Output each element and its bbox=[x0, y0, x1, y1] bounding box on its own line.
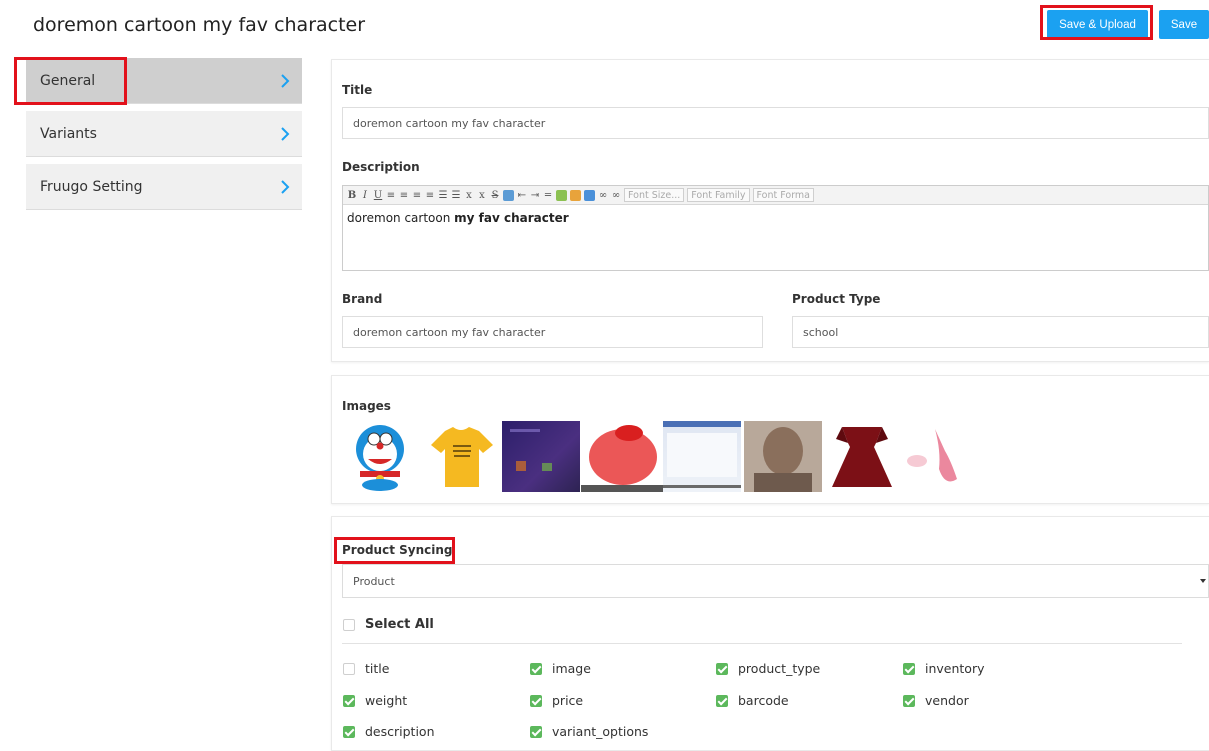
divider bbox=[342, 643, 1182, 644]
field-description[interactable]: description bbox=[343, 724, 435, 739]
align-right-icon[interactable]: ≡ bbox=[412, 190, 422, 201]
description-plain-text: doremon cartoon bbox=[347, 211, 455, 225]
field-label: image bbox=[552, 661, 591, 676]
caret-down-icon bbox=[1200, 579, 1206, 583]
syncing-card bbox=[331, 516, 1209, 751]
field-label: price bbox=[552, 693, 584, 708]
yellow-tshirt-image[interactable] bbox=[423, 421, 500, 492]
bullet-list-icon[interactable]: ☰ bbox=[438, 190, 448, 201]
underline-icon[interactable]: U bbox=[373, 190, 383, 201]
barcode-checkbox[interactable] bbox=[716, 694, 728, 707]
align-center-icon[interactable]: ≡ bbox=[399, 190, 409, 201]
description-editor[interactable]: B I U ≡ ≡ ≡ ≡ ☰ ☰ x x S ⇤ ⇥ ═ ∞ ∞ Font S… bbox=[342, 185, 1209, 271]
link-icon[interactable]: ∞ bbox=[598, 190, 608, 201]
font-format-select[interactable]: Font Forma bbox=[752, 188, 815, 202]
field-title[interactable]: title bbox=[343, 661, 389, 676]
italic-icon[interactable]: I bbox=[360, 190, 370, 201]
field-weight[interactable]: weight bbox=[343, 693, 407, 708]
numbered-list-icon[interactable]: ☰ bbox=[451, 190, 461, 201]
browser-screenshot-image[interactable] bbox=[663, 421, 741, 492]
product-type-input[interactable]: school bbox=[792, 316, 1209, 348]
save-upload-button[interactable]: Save & Upload bbox=[1047, 10, 1148, 39]
sidebar-item-label: Variants bbox=[40, 125, 97, 142]
field-variant-options[interactable]: variant_options bbox=[530, 724, 648, 739]
sidebar-item-general[interactable]: General bbox=[26, 58, 302, 104]
image-checkbox[interactable] bbox=[530, 662, 542, 675]
field-label: description bbox=[365, 724, 435, 739]
description-checkbox[interactable] bbox=[343, 725, 355, 738]
font-size-select[interactable]: Font Size... bbox=[624, 188, 685, 202]
chevron-right-icon bbox=[281, 73, 290, 88]
red-blurred-image[interactable] bbox=[581, 421, 663, 492]
justify-icon[interactable]: ≡ bbox=[425, 190, 435, 201]
bold-icon[interactable]: B bbox=[347, 190, 357, 201]
unlink-icon[interactable]: ∞ bbox=[611, 190, 621, 201]
field-label: variant_options bbox=[552, 724, 649, 739]
font-family-select[interactable]: Font Family bbox=[687, 188, 750, 202]
field-label: title bbox=[365, 661, 390, 676]
doraemon-image[interactable] bbox=[342, 421, 419, 492]
sidebar-item-variants[interactable]: Variants bbox=[26, 111, 302, 157]
variant-options-checkbox[interactable] bbox=[530, 725, 542, 738]
price-checkbox[interactable] bbox=[530, 694, 542, 707]
select-value: Product bbox=[353, 574, 395, 588]
cleanup-icon[interactable] bbox=[556, 189, 567, 201]
save-button[interactable]: Save bbox=[1159, 10, 1209, 39]
product-syncing-select[interactable]: Product bbox=[342, 564, 1209, 598]
product-type-checkbox[interactable] bbox=[716, 662, 728, 675]
paint-icon[interactable] bbox=[570, 189, 581, 201]
field-label: product_type bbox=[738, 661, 821, 676]
description-bold-text: my fav character bbox=[454, 211, 569, 225]
title-input[interactable]: doremon cartoon my fav character bbox=[342, 107, 1209, 139]
select-all-checkbox[interactable] bbox=[343, 618, 355, 631]
outdent-icon[interactable]: ⇤ bbox=[517, 190, 527, 201]
indent-icon[interactable]: ⇥ bbox=[530, 190, 540, 201]
sidebar-item-label: Fruugo Setting bbox=[40, 178, 143, 195]
select-all-checkbox-row[interactable]: Select All bbox=[343, 617, 434, 632]
field-inventory[interactable]: inventory bbox=[903, 661, 985, 676]
pink-blurred-image[interactable] bbox=[905, 421, 995, 492]
product-syncing-label: Product Syncing bbox=[342, 543, 453, 557]
field-vendor[interactable]: vendor bbox=[903, 693, 969, 708]
select-all-label: Select All bbox=[365, 617, 434, 632]
chevron-right-icon bbox=[281, 126, 290, 141]
subscript-icon[interactable]: x bbox=[464, 190, 474, 201]
description-label: Description bbox=[342, 160, 420, 174]
field-price[interactable]: price bbox=[530, 693, 583, 708]
sidebar-item-fruugo-setting[interactable]: Fruugo Setting bbox=[26, 164, 302, 210]
field-label: weight bbox=[365, 693, 408, 708]
sidebar: General Variants Fruugo Setting bbox=[26, 58, 302, 217]
hr-icon[interactable]: ═ bbox=[543, 190, 553, 201]
align-left-icon[interactable]: ≡ bbox=[386, 190, 396, 201]
field-image[interactable]: image bbox=[530, 661, 591, 676]
image-insert-icon[interactable] bbox=[503, 189, 514, 201]
red-dress-image[interactable] bbox=[822, 421, 902, 492]
field-barcode[interactable]: barcode bbox=[716, 693, 789, 708]
page-title: doremon cartoon my fav character bbox=[33, 14, 366, 36]
product-type-label: Product Type bbox=[792, 292, 881, 306]
inventory-checkbox[interactable] bbox=[903, 662, 915, 675]
brand-input[interactable]: doremon cartoon my fav character bbox=[342, 316, 763, 348]
field-label: vendor bbox=[925, 693, 969, 708]
chevron-right-icon bbox=[281, 179, 290, 194]
vendor-checkbox[interactable] bbox=[903, 694, 915, 707]
images-label: Images bbox=[342, 399, 391, 413]
title-checkbox[interactable] bbox=[343, 662, 355, 675]
purple-screenshot-image[interactable] bbox=[502, 421, 580, 492]
blurred-portrait-image[interactable] bbox=[744, 421, 822, 492]
brand-label: Brand bbox=[342, 292, 383, 306]
title-label: Title bbox=[342, 83, 373, 97]
strikethrough-icon[interactable]: S bbox=[490, 190, 500, 201]
editor-content[interactable]: doremon cartoon my fav character bbox=[343, 205, 1208, 231]
doc-icon[interactable] bbox=[584, 189, 595, 201]
field-label: inventory bbox=[925, 661, 985, 676]
field-label: barcode bbox=[738, 693, 789, 708]
editor-toolbar: B I U ≡ ≡ ≡ ≡ ☰ ☰ x x S ⇤ ⇥ ═ ∞ ∞ Font S… bbox=[343, 186, 1208, 205]
sidebar-item-label: General bbox=[40, 72, 96, 89]
superscript-icon[interactable]: x bbox=[477, 190, 487, 201]
field-product-type[interactable]: product_type bbox=[716, 661, 820, 676]
weight-checkbox[interactable] bbox=[343, 694, 355, 707]
